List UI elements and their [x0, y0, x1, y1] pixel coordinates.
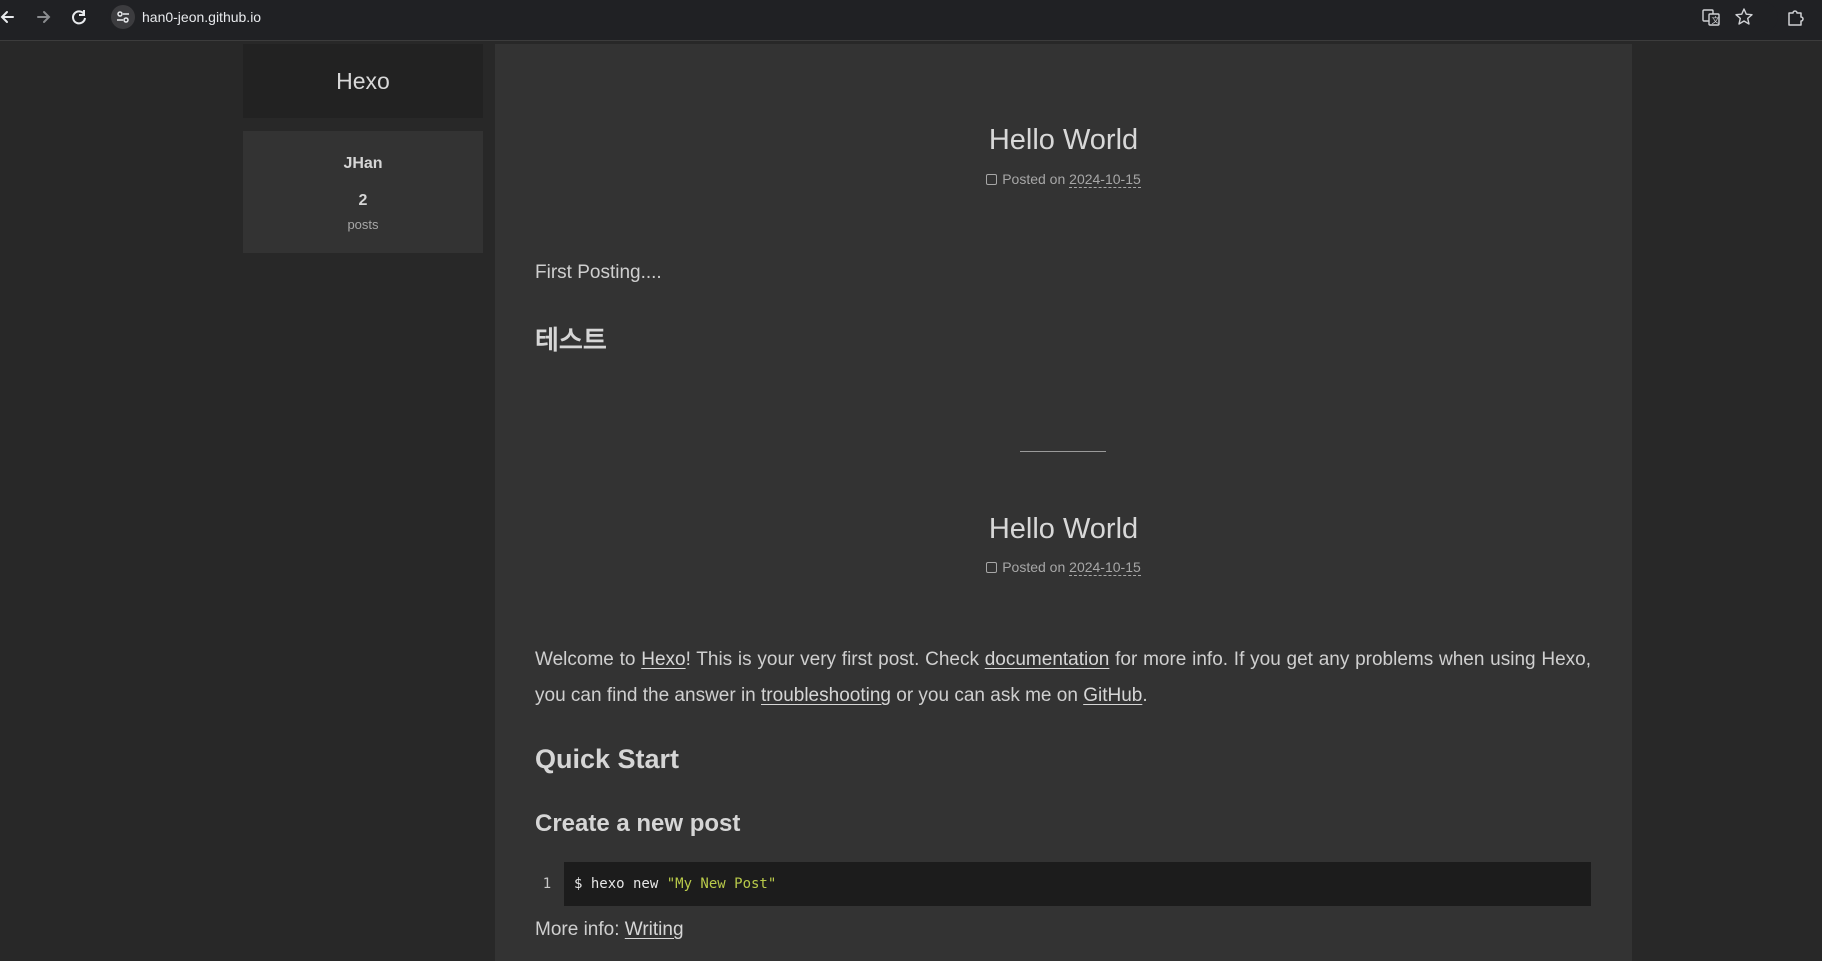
hexo-link[interactable]: Hexo — [641, 649, 685, 670]
intro-text: ! This is your very first post. Check — [685, 649, 985, 670]
post-date-2[interactable]: 2024-10-15 — [1069, 559, 1141, 576]
site-brand: Hexo — [243, 44, 483, 118]
browser-toolbar: han0-jeon.github.io 文 — [0, 0, 1822, 41]
code-string: "My New Post" — [666, 876, 777, 892]
post-count-label[interactable]: posts — [243, 217, 483, 232]
main-content: Hello World Posted on 2024-10-15 First P… — [495, 44, 1632, 961]
post-1-heading: 테스트 — [535, 325, 607, 355]
author-overview: JHan 2 posts — [243, 131, 483, 253]
intro-text: . — [1142, 685, 1148, 706]
intro-text: or you can ask me on — [890, 685, 1084, 706]
post-title-1[interactable]: Hello World — [495, 124, 1632, 157]
forward-button[interactable] — [32, 6, 54, 28]
code-command: $ hexo new — [574, 876, 667, 892]
post-2-intro: Welcome to Hexo! This is your very first… — [535, 642, 1591, 714]
extensions-button[interactable] — [1784, 6, 1806, 28]
more-info-label: More info: — [535, 919, 625, 940]
github-link[interactable]: GitHub — [1083, 685, 1142, 706]
puzzle-icon — [1788, 10, 1804, 26]
more-info: More info: Writing — [535, 912, 1591, 948]
bookmark-button[interactable] — [1733, 6, 1755, 28]
reload-button[interactable] — [68, 6, 90, 28]
intro-text: Welcome to — [535, 649, 642, 670]
post-date-1[interactable]: 2024-10-15 — [1069, 171, 1141, 188]
url-text[interactable]: han0-jeon.github.io — [142, 9, 261, 25]
troubleshooting-link[interactable]: troubleshooting — [761, 685, 891, 706]
posted-on-label: Posted on — [1002, 559, 1066, 575]
translate-button[interactable]: 文 — [1700, 6, 1722, 28]
translate-icon: 文 — [1702, 9, 1720, 26]
documentation-link[interactable]: documentation — [985, 649, 1110, 670]
calendar-icon — [986, 562, 998, 573]
site-title-link[interactable]: Hexo — [243, 44, 483, 95]
svg-text:文: 文 — [1712, 15, 1720, 25]
code-line-number: 1 — [535, 862, 559, 906]
calendar-icon — [986, 174, 998, 185]
post-meta-1: Posted on 2024-10-15 — [495, 171, 1632, 188]
post-divider — [1020, 451, 1106, 452]
star-icon — [1735, 8, 1753, 25]
arrow-right-icon — [37, 11, 51, 23]
address-bar[interactable]: han0-jeon.github.io — [108, 2, 1778, 32]
tune-icon — [117, 11, 129, 23]
author-name: JHan — [343, 155, 383, 172]
reload-icon — [72, 10, 86, 25]
quick-start-heading: Quick Start — [535, 744, 680, 774]
post-1-paragraph: First Posting.... — [535, 262, 662, 283]
create-post-heading: Create a new post — [535, 810, 741, 837]
posted-on-label: Posted on — [1002, 171, 1066, 187]
post-meta-2: Posted on 2024-10-15 — [495, 559, 1632, 576]
post-title-2[interactable]: Hello World — [495, 513, 1632, 546]
arrow-left-icon — [0, 11, 14, 23]
code-block: $ hexo new "My New Post" — [564, 862, 1591, 906]
back-button[interactable] — [0, 6, 19, 28]
site-info-button[interactable] — [111, 5, 135, 29]
post-count[interactable]: 2 — [243, 192, 483, 210]
writing-link[interactable]: Writing — [625, 919, 684, 940]
